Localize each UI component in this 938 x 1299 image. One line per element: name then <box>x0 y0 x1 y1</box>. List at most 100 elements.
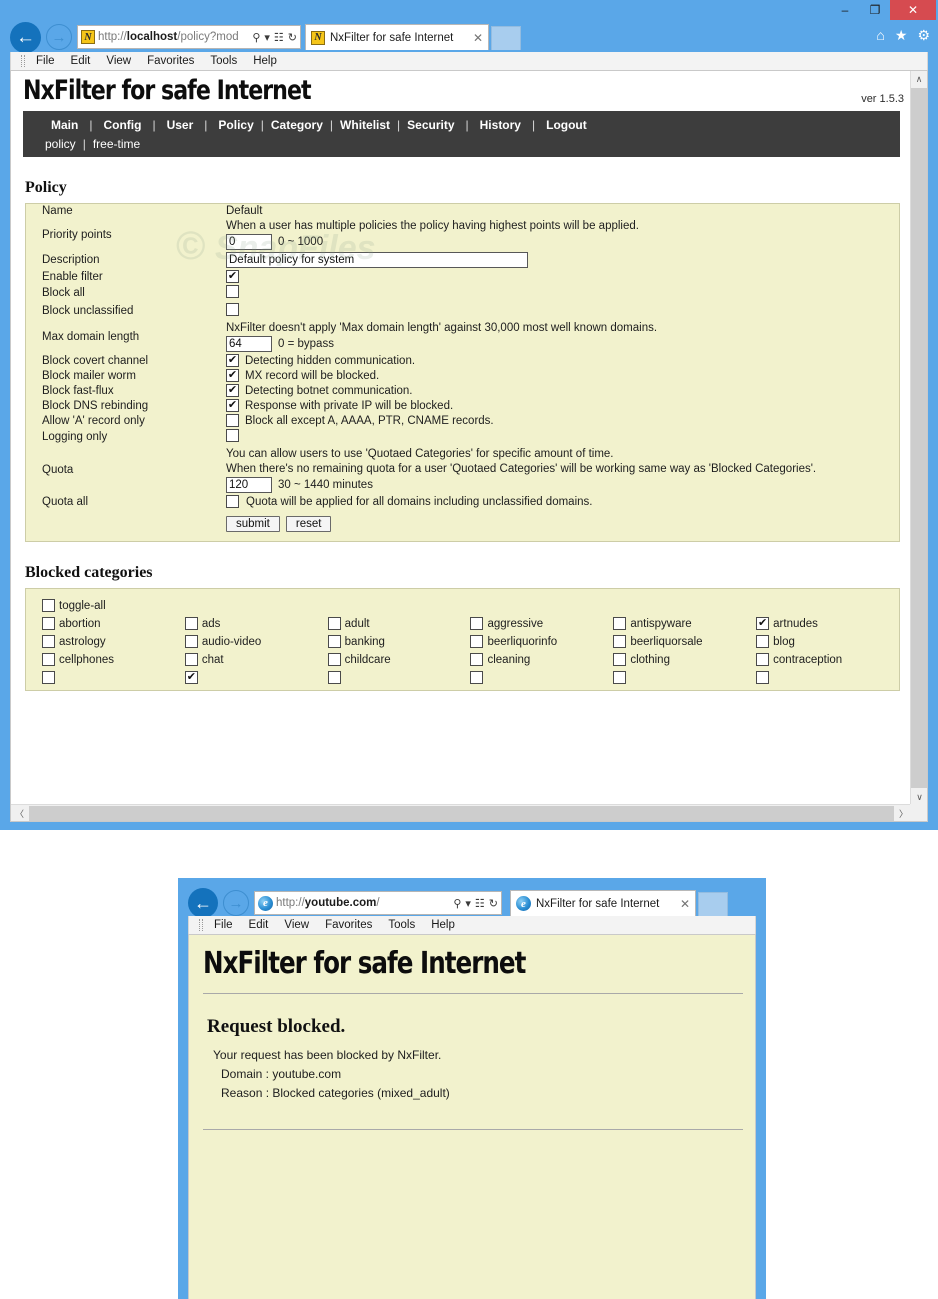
block-fast-flux-checkbox[interactable] <box>226 384 239 397</box>
chevron-down-icon[interactable]: ▾ <box>264 31 270 44</box>
menu-item-favorites[interactable]: Favorites <box>317 919 380 931</box>
category-checkbox[interactable] <box>756 671 770 684</box>
category-item-partial[interactable] <box>613 671 756 684</box>
category-item[interactable]: cellphones <box>42 653 185 666</box>
enable-filter-checkbox[interactable] <box>226 270 239 283</box>
category-checkbox[interactable] <box>42 635 55 648</box>
category-checkbox[interactable] <box>470 671 484 684</box>
category-checkbox[interactable] <box>42 671 55 684</box>
category-checkbox[interactable] <box>42 617 55 630</box>
nav-item-security[interactable]: Security <box>407 118 454 132</box>
category-item-partial[interactable] <box>184 671 328 684</box>
address-bar[interactable]: e http://youtube.com/ ⚲ ▾ ☷ ↻ <box>254 891 502 915</box>
menu-item-help[interactable]: Help <box>245 55 285 67</box>
menu-item-tools[interactable]: Tools <box>380 919 423 931</box>
gear-icon[interactable]: ⚙ <box>917 27 930 44</box>
menu-item-tools[interactable]: Tools <box>202 55 245 67</box>
category-item[interactable]: banking <box>327 635 471 648</box>
nav-item-history[interactable]: History <box>480 118 521 132</box>
nav-item-whitelist[interactable]: Whitelist <box>340 118 390 132</box>
forward-button[interactable]: → <box>223 890 249 916</box>
compatibility-view-icon[interactable]: ☷ <box>274 31 284 44</box>
nav-item-policy[interactable]: Policy <box>218 118 253 132</box>
nav-item-main[interactable]: Main <box>51 118 78 132</box>
menu-item-help[interactable]: Help <box>423 919 463 931</box>
category-checkbox[interactable] <box>756 635 770 648</box>
category-checkbox[interactable] <box>613 635 627 648</box>
back-button[interactable]: ← <box>10 22 41 53</box>
category-item-partial[interactable] <box>42 671 185 684</box>
category-checkbox[interactable] <box>470 653 484 666</box>
category-checkbox[interactable] <box>42 653 55 666</box>
back-button[interactable]: ← <box>188 888 218 918</box>
menu-item-file[interactable]: File <box>28 55 63 67</box>
category-checkbox[interactable] <box>184 671 198 684</box>
block-covert-channel-checkbox[interactable] <box>226 354 239 367</box>
close-icon[interactable]: ✕ <box>680 897 690 911</box>
quota-input[interactable] <box>226 477 272 493</box>
logging-only-checkbox[interactable] <box>226 429 239 442</box>
close-button[interactable]: ✕ <box>890 0 936 20</box>
tab-nxfilter[interactable]: N NxFilter for safe Internet ✕ <box>305 24 489 50</box>
forward-button[interactable]: → <box>46 24 72 50</box>
category-checkbox[interactable] <box>613 671 627 684</box>
horizontal-scrollbar[interactable]: 〈 〉 <box>11 804 912 821</box>
category-item-partial[interactable] <box>470 671 613 684</box>
home-icon[interactable]: ⌂ <box>876 27 884 44</box>
category-item-partial[interactable] <box>756 671 899 684</box>
menu-grip-handle[interactable] <box>199 919 203 931</box>
nav-item-logout[interactable]: Logout <box>546 118 587 132</box>
search-icon[interactable]: ⚲ <box>453 897 461 910</box>
subnav-item-free-time[interactable]: free-time <box>93 137 140 151</box>
category-checkbox[interactable] <box>613 617 627 630</box>
refresh-icon[interactable]: ↻ <box>489 897 498 910</box>
category-item[interactable]: childcare <box>327 653 471 666</box>
address-bar[interactable]: N http://localhost/policy?mod ⚲ ▾ ☷ ↻ <box>77 25 301 49</box>
category-item[interactable]: adult <box>327 617 471 630</box>
category-item[interactable]: clothing <box>613 653 756 666</box>
category-item[interactable]: astrology <box>42 635 185 648</box>
menu-item-edit[interactable]: Edit <box>241 919 277 931</box>
category-checkbox[interactable] <box>470 617 484 630</box>
subnav-item-policy[interactable]: policy <box>45 137 76 151</box>
category-item[interactable]: cleaning <box>470 653 613 666</box>
nav-item-user[interactable]: User <box>167 118 194 132</box>
scroll-up-arrow-icon[interactable]: ∧ <box>911 71 927 88</box>
category-item[interactable]: antispyware <box>613 617 756 630</box>
block-unclassified-checkbox[interactable] <box>226 303 239 316</box>
category-checkbox[interactable] <box>327 671 341 684</box>
category-item[interactable]: beerliquorsale <box>613 635 756 648</box>
category-toggle-all[interactable]: toggle-all <box>42 599 185 612</box>
category-item[interactable]: aggressive <box>470 617 613 630</box>
allow-a-record-only-checkbox[interactable] <box>226 414 239 427</box>
vertical-scrollbar[interactable]: ∧ ∨ <box>910 71 927 806</box>
category-checkbox[interactable] <box>327 635 341 648</box>
block-all-checkbox[interactable] <box>226 285 239 298</box>
category-checkbox[interactable] <box>184 617 198 630</box>
category-item[interactable]: chat <box>184 653 328 666</box>
description-input[interactable] <box>226 252 528 268</box>
category-checkbox[interactable] <box>756 617 770 630</box>
scroll-left-arrow-icon[interactable]: 〈 <box>11 807 28 820</box>
toggle-all-checkbox[interactable] <box>42 599 55 612</box>
category-item[interactable]: artnudes <box>756 617 899 630</box>
priority-points-input[interactable] <box>226 234 272 250</box>
vertical-scroll-thumb[interactable] <box>911 88 927 788</box>
category-checkbox[interactable] <box>756 653 770 666</box>
category-checkbox[interactable] <box>470 635 484 648</box>
category-item[interactable]: contraception <box>756 653 899 666</box>
menu-item-view[interactable]: View <box>276 919 317 931</box>
nav-item-category[interactable]: Category <box>271 118 323 132</box>
category-item[interactable]: audio-video <box>184 635 328 648</box>
minimize-button[interactable]: – <box>830 0 860 20</box>
category-item[interactable]: ads <box>184 617 328 630</box>
nav-item-config[interactable]: Config <box>103 118 141 132</box>
reset-button[interactable]: reset <box>285 516 332 532</box>
category-checkbox[interactable] <box>184 653 198 666</box>
menu-item-favorites[interactable]: Favorites <box>139 55 202 67</box>
menu-item-view[interactable]: View <box>98 55 139 67</box>
menu-grip-handle[interactable] <box>21 55 25 67</box>
category-checkbox[interactable] <box>327 617 341 630</box>
close-icon[interactable]: ✕ <box>473 31 483 45</box>
horizontal-scroll-thumb[interactable] <box>29 805 894 821</box>
